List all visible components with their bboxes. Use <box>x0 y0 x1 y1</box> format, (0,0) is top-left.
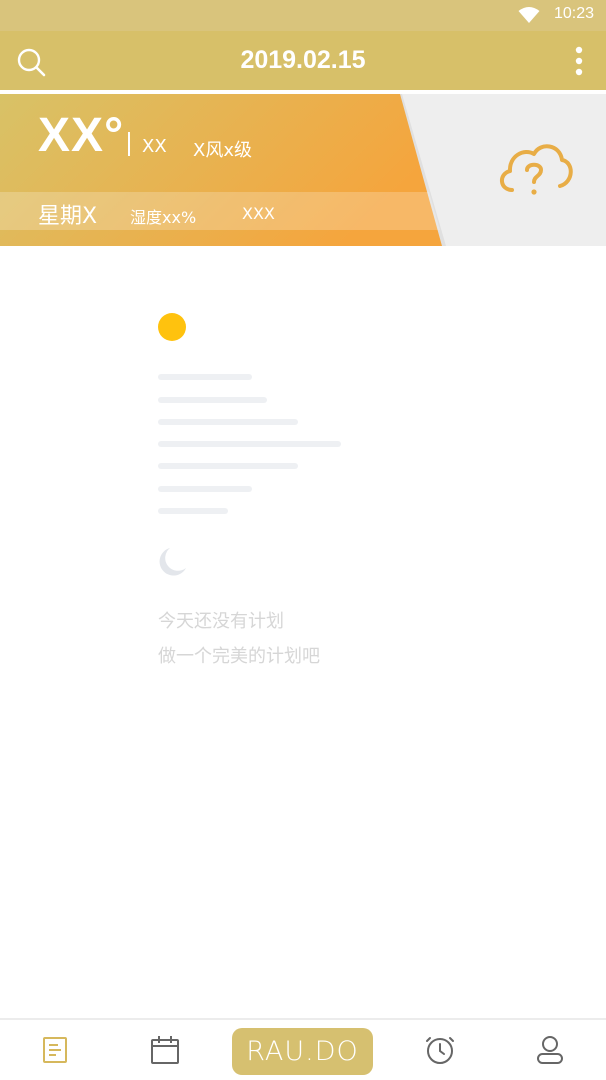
alarm-clock-icon <box>426 1037 454 1064</box>
placeholder-line <box>158 397 267 403</box>
placeholder-line <box>158 441 341 447</box>
status-time: 10:23 <box>553 5 594 22</box>
empty-plan-state: 今天还没有计划 做一个完美的计划吧 <box>0 246 606 1018</box>
search-icon <box>17 48 46 77</box>
placeholder-line <box>158 419 298 425</box>
nav-calendar[interactable] <box>130 1020 200 1080</box>
weekday: 星期X <box>38 204 98 229</box>
temperature: XX° <box>38 109 125 162</box>
calendar-icon <box>151 1036 179 1064</box>
weather-card[interactable]: XX° XX X风x级 星期X 湿度xx% XXX <box>0 94 606 246</box>
humidity: 湿度xx% <box>130 208 197 227</box>
brand-logo-text: RAU.DO <box>246 1036 359 1067</box>
page-title: 2019.02.15 <box>240 46 366 74</box>
nav-profile[interactable] <box>515 1020 585 1080</box>
app-bar: 2019.02.15 <box>0 31 606 90</box>
placeholder-line <box>158 463 298 469</box>
divider <box>128 132 130 156</box>
empty-message-line1: 今天还没有计划 <box>158 611 284 632</box>
cloud-question-icon <box>500 144 573 195</box>
moon-icon <box>159 548 186 576</box>
nav-plans[interactable] <box>20 1020 90 1080</box>
placeholder-line <box>158 486 252 492</box>
empty-message-line2: 做一个完美的计划吧 <box>158 646 320 667</box>
more-vertical-icon <box>575 46 583 76</box>
bottom-navigation: RAU.DO <box>0 1018 606 1080</box>
wifi-icon <box>518 7 540 23</box>
placeholder-line <box>158 374 252 380</box>
user-icon <box>537 1036 563 1064</box>
brand-button[interactable]: RAU.DO <box>232 1028 373 1075</box>
weather-condition: XX <box>142 136 167 157</box>
nav-alarm[interactable] <box>405 1020 475 1080</box>
status-bar: 10:23 <box>0 0 606 31</box>
sun-icon <box>158 313 186 341</box>
search-button[interactable] <box>14 45 48 79</box>
more-options-button[interactable] <box>572 45 586 77</box>
placeholder-line <box>158 508 228 514</box>
list-icon <box>43 1037 67 1063</box>
wind-level: X风x级 <box>193 140 252 161</box>
air-quality: XXX <box>242 204 275 223</box>
